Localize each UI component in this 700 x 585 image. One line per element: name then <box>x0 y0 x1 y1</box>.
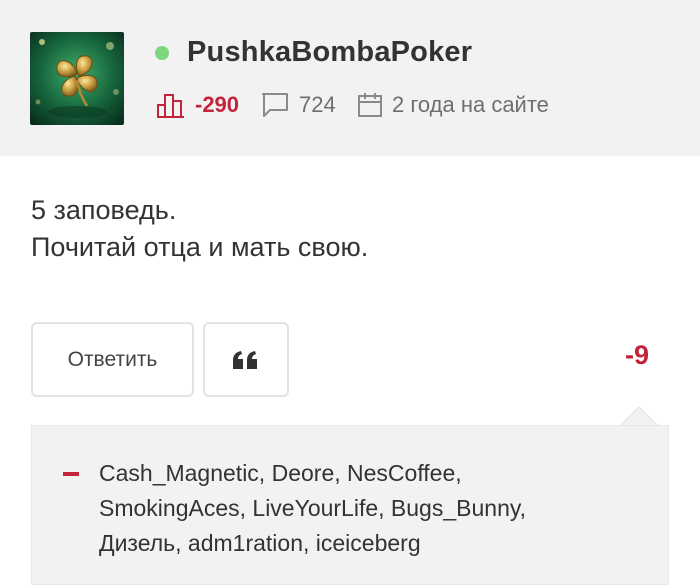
rating-chart-icon <box>157 94 184 118</box>
voters-line[interactable]: Дизель, adm1ration, iceiceberg <box>99 526 619 561</box>
quote-button[interactable] <box>203 322 289 397</box>
user-site-age: 2 года на сайте <box>357 90 549 120</box>
user-comments-count: 724 <box>260 90 336 120</box>
clover-avatar-image <box>30 32 124 125</box>
voters-line[interactable]: Cash_Magnetic, Deore, NesCoffee, <box>99 456 619 491</box>
calendar-icon <box>358 93 382 117</box>
voters-panel-pointer-fill <box>622 408 656 425</box>
comment-score: -9 <box>624 340 649 370</box>
reply-button[interactable]: Ответить <box>31 322 194 397</box>
quote-icon <box>233 350 257 369</box>
minus-icon <box>63 472 79 476</box>
user-rating: -290 <box>156 90 239 120</box>
avatar[interactable] <box>30 32 124 125</box>
username[interactable]: PushkaBombaPoker <box>187 36 472 69</box>
site-age-value: 2 года на сайте <box>392 92 549 117</box>
rating-value: -290 <box>195 92 240 117</box>
comment-line: Почитай отца и мать свою. <box>31 232 369 262</box>
voters-line[interactable]: SmokingAces, LiveYourLife, Bugs_Bunny, <box>99 491 619 526</box>
comment-bubble-icon <box>262 93 288 117</box>
user-header: PushkaBombaPoker -290 724 2 года на сайт… <box>0 0 700 156</box>
comment-line: 5 заповедь. <box>31 195 177 225</box>
voters-list: Cash_Magnetic, Deore, NesCoffee, Smoking… <box>99 456 619 561</box>
comment-body: 5 заповедь. Почитай отца и мать свою. <box>31 192 368 266</box>
comments-value: 724 <box>299 92 336 117</box>
online-status-dot <box>155 46 169 60</box>
